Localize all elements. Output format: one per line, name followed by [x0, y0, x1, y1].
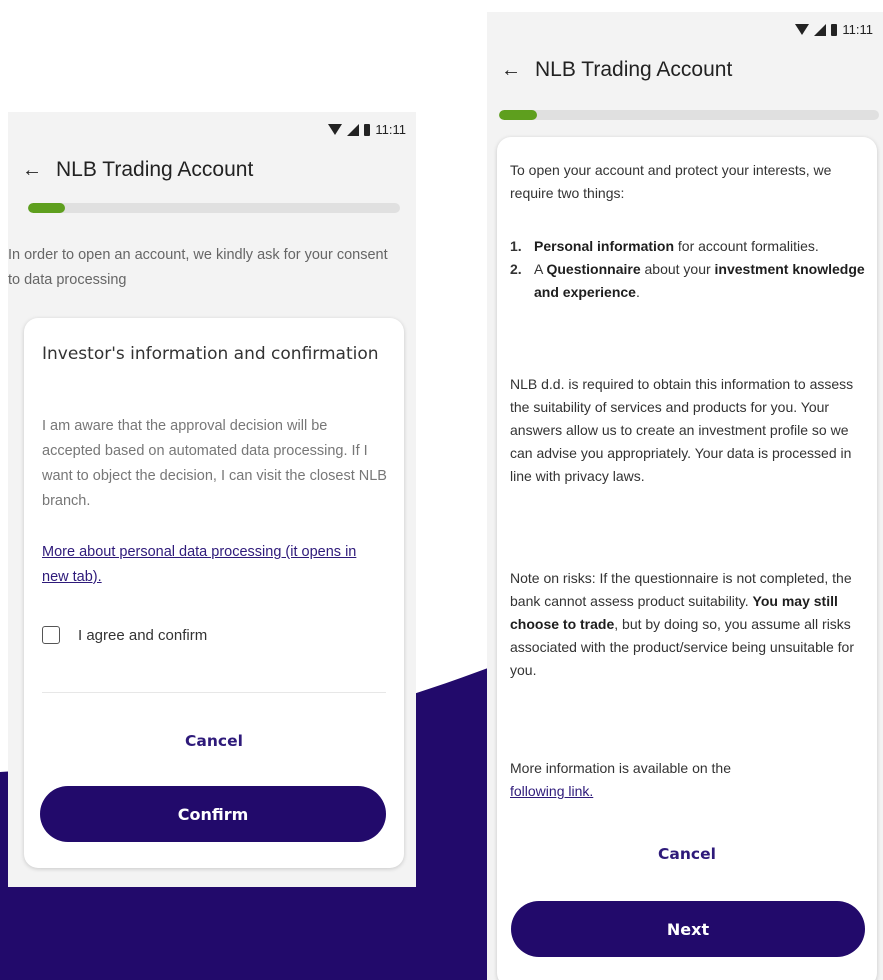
divider	[42, 692, 386, 693]
cell-signal-icon	[347, 123, 360, 136]
cell-signal-icon	[814, 23, 827, 36]
page-title: NLB Trading Account	[535, 58, 733, 81]
requirements-list: 1. Personal information for account form…	[510, 235, 865, 304]
status-time: 11:11	[375, 122, 406, 137]
item-bold: Questionnaire	[546, 261, 641, 277]
item-bold: Personal information	[534, 238, 675, 254]
following-link[interactable]: following link.	[510, 783, 593, 799]
wifi-icon	[795, 24, 810, 35]
confirm-button[interactable]: Confirm	[40, 786, 386, 842]
status-time: 11:11	[842, 22, 873, 37]
page-title: NLB Trading Account	[56, 158, 254, 181]
item-text: .	[635, 284, 640, 300]
intro-text: In order to open an account, we kindly a…	[8, 247, 388, 288]
progress-bar	[499, 110, 879, 120]
back-arrow-icon[interactable]: ←	[501, 60, 521, 80]
agree-label: I agree and confirm	[78, 626, 208, 644]
progress-bar	[28, 203, 400, 213]
personal-data-link[interactable]: More about personal data processing (it …	[42, 540, 386, 590]
more-info-text: More information is available on the	[510, 760, 732, 776]
wifi-icon	[328, 124, 343, 135]
battery-icon	[364, 123, 371, 136]
battery-icon	[831, 23, 838, 36]
item-text: A	[534, 261, 547, 277]
app-bar: ← NLB Trading Account	[487, 48, 883, 92]
status-bar: 11:11	[487, 12, 883, 48]
list-number: 1.	[510, 238, 522, 254]
consent-card: Investor's information and confirmation …	[24, 318, 404, 868]
left-screen: 11:11 ← NLB Trading Account In order to …	[8, 112, 416, 887]
progress-fill	[28, 203, 66, 213]
risk-paragraph: Note on risks: If the questionnaire is n…	[510, 567, 865, 682]
list-item: 1. Personal information for account form…	[510, 235, 865, 258]
progress-fill	[499, 110, 537, 120]
app-bar: ← NLB Trading Account	[8, 148, 416, 192]
agree-row[interactable]: I agree and confirm	[42, 626, 207, 644]
cancel-button[interactable]: Cancel	[24, 732, 404, 750]
info-card: To open your account and protect your in…	[497, 137, 877, 980]
item-text: about your	[640, 261, 715, 277]
info-intro: To open your account and protect your in…	[510, 162, 832, 201]
item-text: for account formalities.	[674, 238, 819, 254]
back-arrow-icon[interactable]: ←	[22, 160, 42, 180]
card-body: I am aware that the approval decision wi…	[42, 418, 387, 509]
list-number: 2.	[510, 261, 522, 277]
more-info: More information is available on the fol…	[510, 757, 865, 803]
status-bar: 11:11	[8, 112, 416, 148]
next-button[interactable]: Next	[511, 901, 865, 957]
agree-checkbox[interactable]	[42, 626, 60, 644]
list-item: 2. A Questionnaire about your investment…	[510, 258, 865, 304]
privacy-paragraph: NLB d.d. is required to obtain this info…	[510, 376, 854, 484]
card-title: Investor's information and confirmation	[42, 344, 379, 364]
cancel-button[interactable]: Cancel	[497, 845, 877, 863]
right-screen: 11:11 ← NLB Trading Account To open your…	[487, 12, 883, 980]
